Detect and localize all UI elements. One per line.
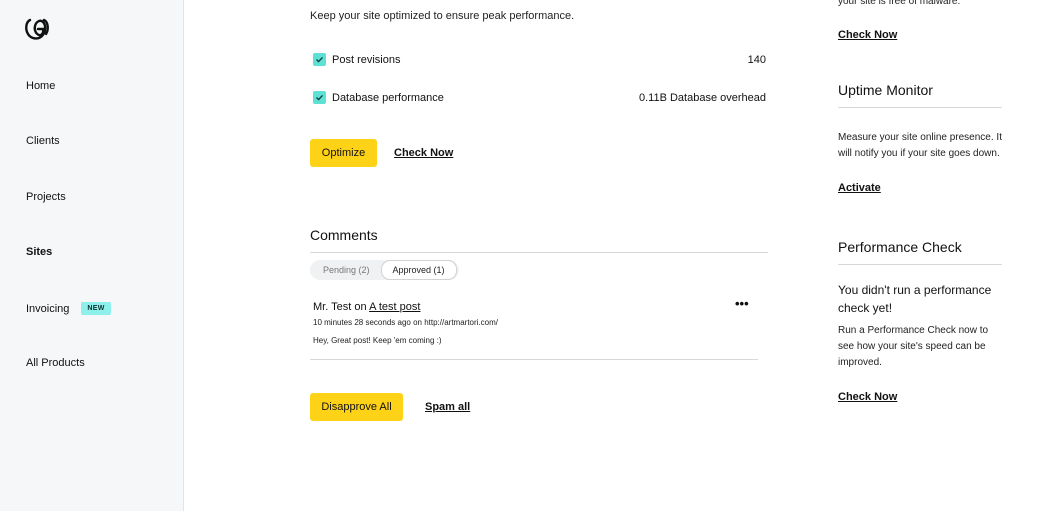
comments-tabs: Pending (2) Approved (1) (310, 260, 459, 280)
comment-body: Hey, Great post! Keep 'em coming :) (313, 336, 442, 345)
sidebar-item-label: Projects (26, 191, 66, 203)
sidebar-item-home[interactable]: Home (26, 80, 55, 92)
comment-post-link[interactable]: A test post (369, 301, 420, 313)
comment-author: Mr. Test (313, 301, 352, 313)
performance-check-now-link[interactable]: Check Now (838, 391, 897, 403)
spam-all-link[interactable]: Spam all (425, 401, 470, 413)
database-performance-value: 0.11B Database overhead (639, 92, 766, 104)
uptime-monitor-title: Uptime Monitor (838, 82, 933, 98)
database-performance-checkbox[interactable] (313, 91, 326, 104)
post-revisions-checkbox[interactable] (313, 53, 326, 66)
sidebar-item-label: Invoicing (26, 302, 70, 315)
comment-meta: 10 minutes 28 seconds ago on http://artm… (313, 318, 498, 327)
checkmark-icon (316, 94, 323, 101)
sidebar-item-label: Clients (26, 135, 60, 147)
comments-title: Comments (310, 227, 378, 243)
performance-description: Run a Performance Check now to see how y… (838, 325, 989, 368)
sidebar-item-sites[interactable]: Sites (26, 246, 52, 258)
uptime-divider (838, 107, 1002, 108)
tab-pending[interactable]: Pending (2) (312, 261, 381, 279)
comment-author-line: Mr. Test on A test post (313, 301, 420, 313)
sidebar-item-label: Home (26, 80, 56, 92)
performance-check-title: Performance Check (838, 239, 962, 255)
activate-link[interactable]: Activate (838, 182, 881, 194)
disapprove-all-button[interactable]: Disapprove All (310, 393, 403, 421)
database-performance-label: Database performance (332, 91, 444, 104)
performance-divider (838, 264, 1002, 265)
more-options-icon[interactable]: ••• (735, 296, 749, 311)
sidebar-item-all-products[interactable]: All Products (26, 357, 85, 369)
new-badge: NEW (81, 302, 111, 315)
post-revisions-value: 140 (747, 54, 766, 66)
post-revisions-label: Post revisions (332, 53, 401, 66)
checkmark-icon (316, 56, 323, 63)
malware-status-text: your site is free of malware. (838, 0, 961, 7)
uptime-description: Measure your site online presence. It wi… (838, 132, 1002, 159)
database-performance-checkbox-row[interactable]: Database performance (313, 91, 444, 104)
sidebar-item-invoicing[interactable]: Invoicing NEW (26, 302, 111, 315)
post-revisions-checkbox-row[interactable]: Post revisions (313, 53, 400, 66)
sidebar-item-projects[interactable]: Projects (26, 191, 66, 203)
optimize-intro: Keep your site optimized to ensure peak … (310, 10, 575, 22)
optimize-button[interactable]: Optimize (310, 139, 377, 167)
comment-on-text: on (354, 301, 367, 313)
sidebar: Home Clients Projects Sites Invoicing NE… (0, 0, 184, 511)
check-now-link[interactable]: Check Now (394, 147, 453, 159)
tab-approved[interactable]: Approved (1) (380, 260, 457, 280)
sidebar-item-label: All Products (26, 357, 85, 369)
godaddy-logo-icon[interactable] (24, 16, 50, 42)
comments-divider (310, 252, 768, 253)
malware-check-now-link[interactable]: Check Now (838, 29, 897, 41)
comment-divider (310, 359, 758, 360)
performance-heading: You didn't run a performance check yet! (838, 283, 992, 315)
sidebar-item-clients[interactable]: Clients (26, 135, 60, 147)
sidebar-item-label: Sites (26, 246, 53, 258)
